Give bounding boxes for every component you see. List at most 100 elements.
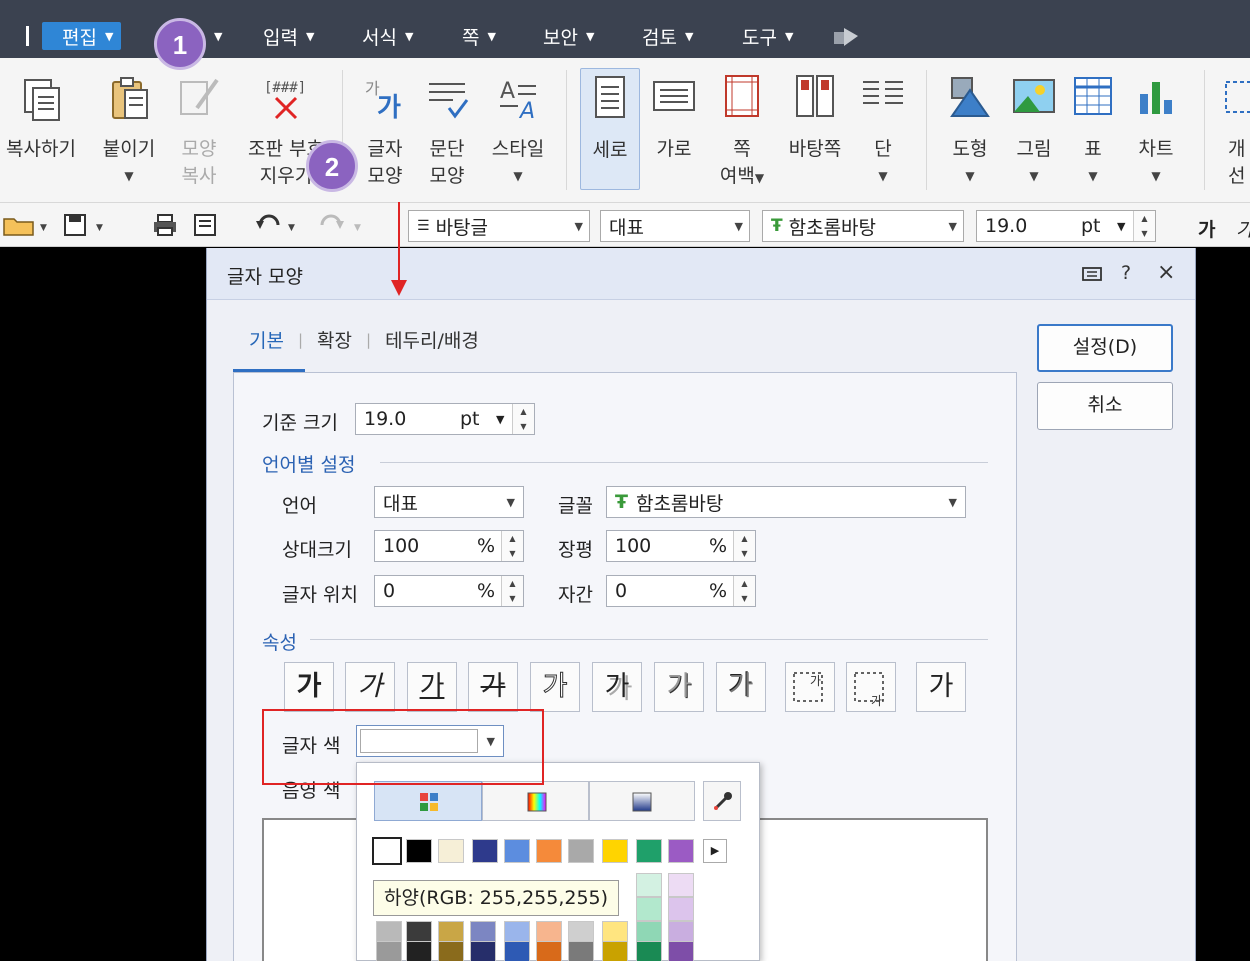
palette-swatch[interactable] [568, 839, 594, 863]
print-icon[interactable] [152, 213, 178, 237]
shadow-attr-button[interactable]: 가 [592, 662, 642, 712]
chart-button[interactable]: 차트 ▼ [1128, 72, 1184, 190]
normal-attr-button[interactable]: 가 [916, 662, 966, 712]
landscape-button[interactable]: 가로 [646, 72, 702, 163]
strikethrough-attr-button[interactable]: 가 [468, 662, 518, 712]
eyedropper-button[interactable] [703, 781, 741, 821]
format-copy-button[interactable]: 모양 복사 [174, 72, 224, 190]
tab-basic[interactable]: 기본 [249, 326, 284, 353]
palette-swatch[interactable] [668, 897, 694, 921]
width-ratio-input[interactable]: 100 % ▲ ▼ [606, 530, 756, 562]
menu-view-caret[interactable]: ▼ [214, 22, 222, 50]
italic-attr-button[interactable]: 가 [345, 662, 395, 712]
portrait-button[interactable]: 세로 [580, 68, 640, 190]
palette-swatch[interactable] [636, 941, 662, 961]
palette-swatch[interactable] [668, 941, 694, 961]
palette-swatch[interactable] [668, 839, 694, 863]
palette-swatch[interactable] [470, 941, 496, 961]
style-button[interactable]: AA 스타일 ▼ [486, 72, 550, 190]
palette-swatch[interactable] [438, 839, 464, 863]
language-combo[interactable]: 대표 ▼ [600, 210, 750, 242]
close-button[interactable]: × [1157, 260, 1175, 285]
font-size-combo[interactable]: 19.0 pt ▼ ▲ ▼ [976, 210, 1156, 242]
tab-extended[interactable]: 확장 [317, 326, 352, 353]
palette-more-arrow[interactable]: ▶ [703, 839, 727, 863]
copy-button[interactable]: 복사하기 [2, 72, 80, 163]
palette-swatch[interactable] [406, 839, 432, 863]
menu-edit[interactable]: 편집 ▼ [42, 22, 122, 50]
outline-attr-button[interactable]: 가 [530, 662, 580, 712]
paste-button[interactable]: 붙이기 ▼ [98, 72, 160, 190]
menu-tools[interactable]: 도구 ▼ [742, 22, 793, 50]
language-select[interactable]: 대표 ▼ [374, 486, 524, 518]
comment-icon[interactable] [1081, 266, 1103, 284]
emboss-attr-button[interactable]: 가 [654, 662, 704, 712]
spacing-spinner[interactable]: ▲ ▼ [733, 576, 755, 606]
menu-page[interactable]: 쪽 ▼ [462, 22, 496, 50]
palette-swatch[interactable] [636, 873, 662, 897]
bold-button[interactable]: 가 [1198, 215, 1215, 242]
shapes-icon[interactable] [832, 26, 860, 48]
open-folder-icon[interactable]: ▼ [2, 213, 52, 237]
palette-swatch[interactable] [536, 839, 562, 863]
page-margin-button[interactable]: 쪽 여백▼ [714, 72, 770, 192]
font-combo[interactable]: Ŧ 함초롬바탕 ▼ [762, 210, 964, 242]
width-ratio-spinner[interactable]: ▲ ▼ [733, 531, 755, 561]
rel-size-input[interactable]: 100 % ▲ ▼ [374, 530, 524, 562]
tab-border-background[interactable]: 테두리/배경 [385, 326, 479, 353]
base-size-spinner[interactable]: ▲ ▼ [512, 404, 534, 434]
para-shape-icon [429, 83, 469, 119]
palette-tab-spectrum[interactable] [482, 781, 589, 821]
palette-swatch[interactable] [472, 839, 498, 863]
palette-swatch[interactable] [504, 839, 530, 863]
spacing-input[interactable]: 0 % ▲ ▼ [606, 575, 756, 607]
menu-security[interactable]: 보안 ▼ [543, 22, 594, 50]
engrave-attr-button[interactable]: 가 [716, 662, 766, 712]
palette-swatch[interactable] [504, 941, 530, 961]
menu-review[interactable]: 검토 ▼ [642, 22, 693, 50]
palette-swatch[interactable] [376, 941, 402, 961]
object-select-button[interactable]: 개 선 [1218, 72, 1250, 190]
superscript-attr-button[interactable]: 가 [785, 662, 835, 712]
table-button[interactable]: 표 ▼ [1068, 72, 1118, 190]
font-size-spinner[interactable]: ▲ ▼ [1133, 211, 1155, 241]
menu-format[interactable]: 서식 ▼ [362, 22, 413, 50]
cancel-button[interactable]: 취소 [1037, 382, 1173, 430]
menu-insert[interactable]: 입력 ▼ [263, 22, 314, 50]
help-button[interactable]: ? [1121, 262, 1131, 284]
palette-swatch[interactable] [602, 839, 628, 863]
preview-icon[interactable] [192, 213, 218, 237]
palette-swatch[interactable] [372, 837, 402, 865]
ok-button[interactable]: 설정(D) [1037, 324, 1173, 372]
palette-swatch[interactable] [668, 873, 694, 897]
base-size-input[interactable]: 19.0 pt ▼ ▲ ▼ [355, 403, 535, 435]
font-select[interactable]: Ŧ 함초롬바탕 ▼ [606, 486, 966, 518]
char-position-input[interactable]: 0 % ▲ ▼ [374, 575, 524, 607]
char-position-spinner[interactable]: ▲ ▼ [501, 576, 523, 606]
underline-attr-button[interactable]: 가 [407, 662, 457, 712]
save-icon[interactable]: ▼ [62, 213, 112, 237]
palette-swatch[interactable] [568, 941, 594, 961]
picture-button[interactable]: 그림 ▼ [1006, 72, 1062, 190]
palette-swatch[interactable] [406, 941, 432, 961]
rel-size-spinner[interactable]: ▲ ▼ [501, 531, 523, 561]
undo-icon[interactable]: ▼ [254, 213, 304, 237]
style-combo[interactable]: ☰ 바탕글 ▼ [408, 210, 590, 242]
subscript-attr-button[interactable]: 가 [846, 662, 896, 712]
italic-button[interactable]: 가 [1236, 215, 1250, 242]
columns-button[interactable]: 단 ▼ [858, 72, 908, 190]
palette-swatch[interactable] [536, 941, 562, 961]
palette-tab-gradient[interactable] [589, 781, 695, 821]
master-page-button[interactable]: 바탕쪽 [782, 72, 848, 163]
palette-swatch[interactable] [636, 897, 662, 921]
para-shape-button[interactable]: 문단 모양 [420, 72, 474, 190]
page-margin-label-1: 쪽 [733, 138, 751, 160]
shape-button[interactable]: 도형 ▼ [942, 72, 998, 190]
palette-swatch[interactable] [438, 941, 464, 961]
bold-attr-button[interactable]: 가 [284, 662, 334, 712]
palette-tab-basic[interactable] [374, 781, 482, 821]
palette-swatch[interactable] [602, 941, 628, 961]
redo-icon[interactable]: ▼ [316, 213, 366, 237]
char-shape-button[interactable]: 가가 글자 모양 [358, 72, 412, 190]
palette-swatch[interactable] [636, 839, 662, 863]
